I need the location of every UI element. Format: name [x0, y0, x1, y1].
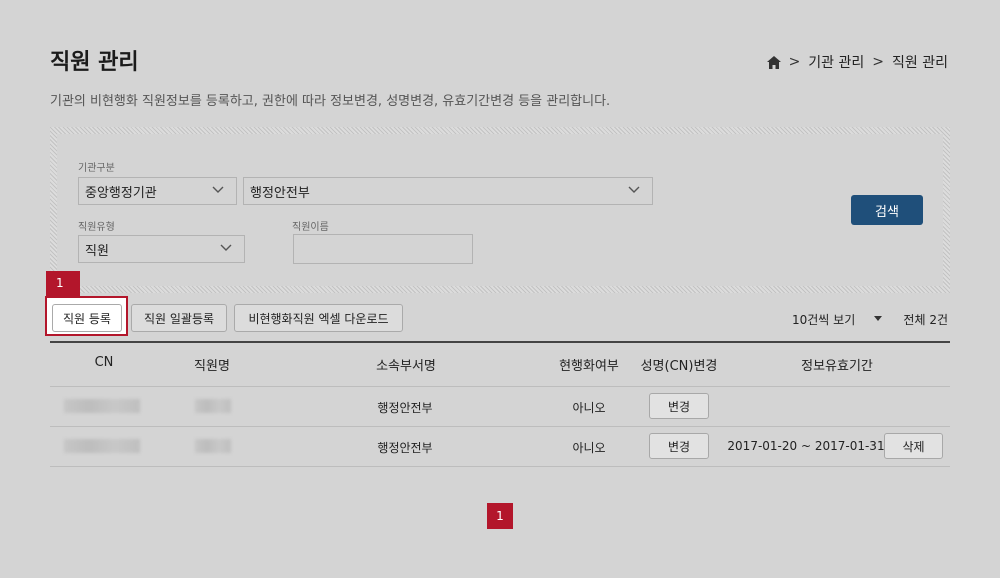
- current-cell: 아니오: [572, 441, 606, 455]
- staff-name-input[interactable]: [293, 234, 473, 264]
- row-divider: [50, 386, 950, 387]
- org-select-value: 행정안전부: [250, 185, 310, 201]
- home-icon[interactable]: [766, 55, 781, 69]
- redacted-cn: [64, 399, 140, 413]
- chevron-down-icon: [220, 244, 232, 251]
- excel-download-button[interactable]: 비현행화직원 엑셀 다운로드: [234, 304, 403, 332]
- redacted-name: [195, 399, 231, 413]
- staff-type-select-value: 직원: [85, 243, 109, 259]
- row-divider: [50, 426, 950, 427]
- total-count: 전체 2건: [903, 313, 948, 327]
- delete-button[interactable]: 삭제: [884, 433, 943, 459]
- org-type-select[interactable]: 중앙행정기관: [78, 177, 237, 205]
- dept-cell: 행정안전부: [377, 401, 433, 415]
- bulk-register-button[interactable]: 직원 일괄등록: [131, 304, 227, 332]
- breadcrumb: > 기관 관리 > 직원 관리: [766, 52, 948, 72]
- register-staff-button[interactable]: 직원 등록: [52, 304, 122, 332]
- page-title: 직원 관리: [50, 50, 139, 75]
- column-header-cn: CN: [94, 355, 114, 370]
- org-type-label: 기관구분: [78, 163, 115, 174]
- page-description: 기관의 비현행화 직원정보를 등록하고, 권한에 따라 정보변경, 성명변경, …: [50, 94, 611, 109]
- breadcrumb-separator: >: [872, 54, 885, 70]
- column-header-name-change: 성명(CN)변경: [640, 359, 718, 374]
- chevron-down-icon: [212, 186, 224, 193]
- breadcrumb-separator: >: [788, 54, 801, 70]
- redacted-name: [195, 439, 231, 453]
- column-header-name: 직원명: [194, 359, 230, 374]
- breadcrumb-item-org-management[interactable]: 기관 관리: [808, 52, 864, 72]
- staff-type-select[interactable]: 직원: [78, 235, 245, 263]
- table-top-border: [50, 341, 950, 343]
- chevron-down-icon: [628, 186, 640, 193]
- column-header-dept: 소속부서명: [376, 359, 436, 374]
- staff-name-label: 직원이름: [292, 222, 329, 233]
- column-header-current: 현행화여부: [559, 359, 619, 374]
- org-select[interactable]: 행정안전부: [243, 177, 653, 205]
- column-header-valid-period: 정보유효기간: [801, 359, 873, 374]
- staff-type-label: 직원유형: [78, 222, 115, 233]
- search-panel: 기관구분 중앙행정기관 행정안전부 직원유형 직원 직원이름 검색: [50, 127, 950, 293]
- org-type-select-value: 중앙행정기관: [85, 185, 157, 201]
- caret-down-icon[interactable]: [874, 316, 882, 321]
- dept-cell: 행정안전부: [377, 441, 433, 455]
- redacted-cn: [64, 439, 140, 453]
- pagination-page-1[interactable]: 1: [487, 503, 513, 529]
- per-page-select[interactable]: 10건씩 보기: [792, 311, 855, 328]
- row-divider: [50, 466, 950, 467]
- change-name-button[interactable]: 변경: [649, 433, 709, 459]
- valid-period-cell: 2017-01-20 ~ 2017-01-31: [727, 439, 885, 453]
- breadcrumb-item-staff-management: 직원 관리: [892, 55, 948, 71]
- current-cell: 아니오: [572, 401, 606, 415]
- step-marker: 1: [46, 271, 80, 297]
- search-button[interactable]: 검색: [851, 195, 923, 225]
- change-name-button[interactable]: 변경: [649, 393, 709, 419]
